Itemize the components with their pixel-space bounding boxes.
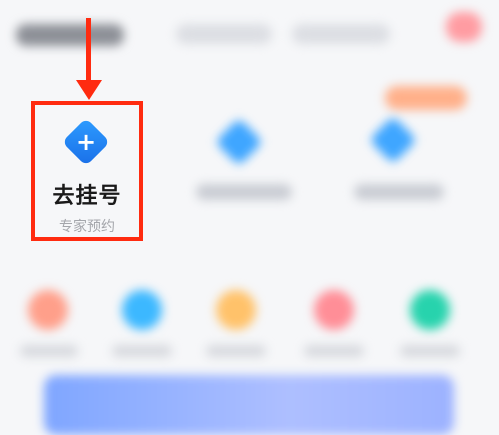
- promo-banner[interactable]: [44, 375, 454, 435]
- quick-entry-5-icon[interactable]: [410, 290, 450, 330]
- quick-entry-4-icon[interactable]: [314, 290, 354, 330]
- location-selector[interactable]: [16, 24, 124, 46]
- message-icon[interactable]: [446, 12, 482, 42]
- service-icon-3[interactable]: [368, 115, 418, 165]
- register-tile-highlight: [31, 101, 143, 241]
- quick-entry-1-icon[interactable]: [28, 290, 68, 330]
- quick-entry-3-icon[interactable]: [216, 290, 256, 330]
- app-header: [0, 0, 499, 70]
- annotation-arrow-head: [76, 80, 102, 100]
- service-icon-2[interactable]: [214, 117, 264, 167]
- quick-entry-2-icon[interactable]: [122, 290, 162, 330]
- quick-entry-3-label: [206, 345, 266, 357]
- quick-entry-4-label: [304, 345, 364, 357]
- quick-entry-5-label: [400, 345, 460, 357]
- service-title-3: [354, 184, 444, 200]
- promo-badge: [385, 86, 467, 110]
- service-title-2: [196, 184, 292, 200]
- annotation-arrow-shaft: [86, 18, 91, 82]
- quick-entry-1-label: [20, 345, 78, 357]
- header-tab[interactable]: [292, 24, 390, 44]
- quick-entry-2-label: [112, 345, 172, 357]
- search-bar[interactable]: [176, 24, 272, 44]
